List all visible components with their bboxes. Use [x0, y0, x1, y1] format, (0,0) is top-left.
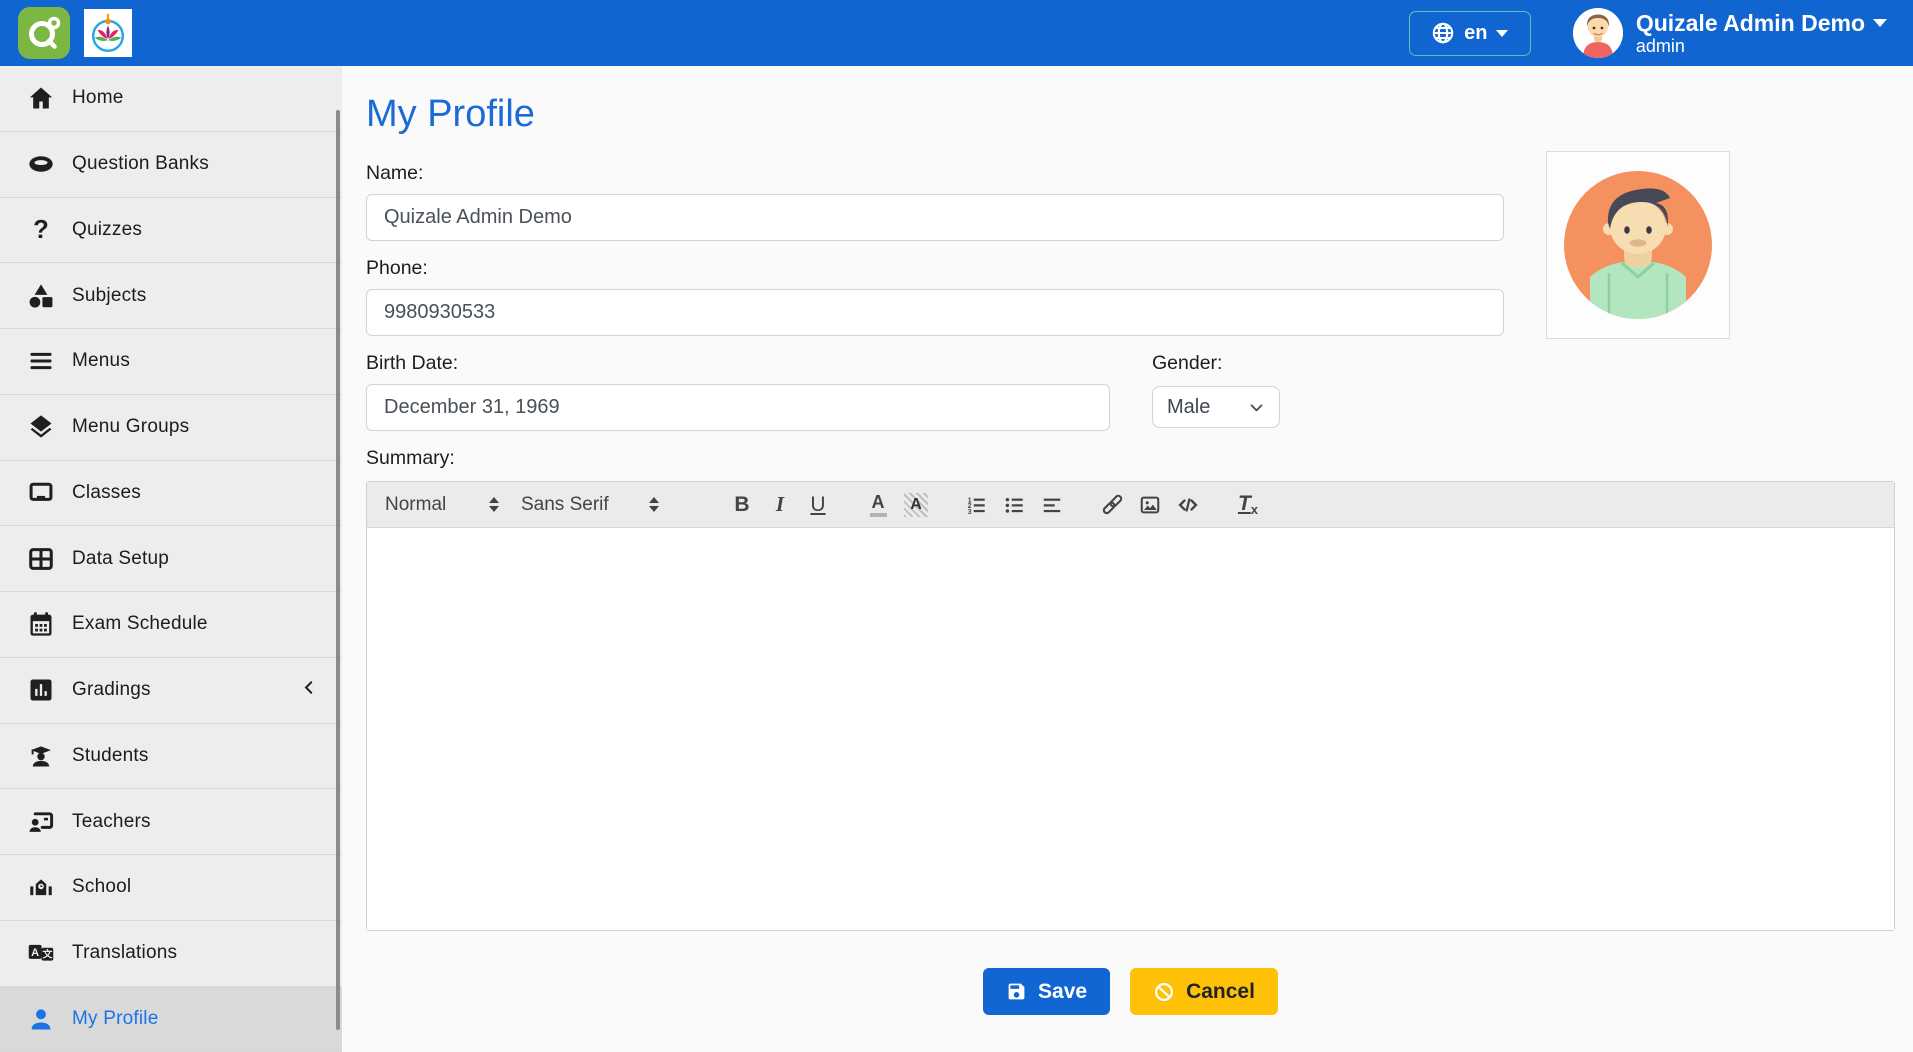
cancel-button[interactable]: Cancel [1130, 968, 1278, 1015]
school-building-icon [26, 872, 56, 902]
background-color-icon: A [904, 493, 928, 517]
ordered-list-icon: 123 [965, 494, 987, 516]
sidebar-scrollbar[interactable] [336, 110, 340, 1030]
menu-lines-icon [26, 346, 56, 376]
sidebar-item-students[interactable]: Students [0, 724, 342, 790]
sidebar-item-translations[interactable]: A文 Translations [0, 921, 342, 987]
background-color-button[interactable]: A [897, 488, 935, 522]
save-disk-icon [1006, 981, 1027, 1002]
sidebar-item-data-setup[interactable]: Data Setup [0, 526, 342, 592]
svg-text:?: ? [33, 216, 49, 244]
globe-icon [1431, 21, 1455, 45]
svg-text:3: 3 [968, 509, 972, 516]
lotus-logo[interactable] [84, 9, 132, 57]
form-actions: Save Cancel [366, 968, 1895, 1015]
text-color-button[interactable]: A [859, 488, 897, 522]
link-icon [1101, 493, 1124, 516]
text-color-icon: A [870, 493, 887, 517]
bar-chart-icon [26, 675, 56, 705]
birth-date-input[interactable] [366, 384, 1110, 431]
page-title: My Profile [366, 92, 1895, 136]
shapes-icon [26, 281, 56, 311]
clean-format-icon: Tx [1238, 492, 1258, 517]
sidebar-item-menus[interactable]: Menus [0, 329, 342, 395]
sidebar-item-classes[interactable]: Classes [0, 461, 342, 527]
bullet-list-icon [1003, 494, 1025, 516]
image-icon [1139, 494, 1161, 516]
code-block-button[interactable] [1169, 488, 1207, 522]
sidebar-item-question-banks[interactable]: Question Banks [0, 132, 342, 198]
name-input[interactable] [366, 194, 1504, 241]
main-content: My Profile Name: Phone: Birth Date: Gend… [342, 66, 1913, 1052]
ordered-list-button[interactable]: 123 [957, 488, 995, 522]
language-selector[interactable]: en [1409, 11, 1531, 56]
svg-text:文: 文 [42, 948, 52, 961]
summary-label: Summary: [366, 447, 1895, 469]
sidebar-item-exam-schedule[interactable]: Exam Schedule [0, 592, 342, 658]
editor-toolbar: Normal Sans Serif B I U A A 123 [367, 482, 1894, 528]
sidebar-item-teachers[interactable]: Teachers [0, 789, 342, 855]
sidebar-item-my-profile[interactable]: My Profile [0, 987, 342, 1052]
quizale-logo[interactable] [18, 7, 70, 59]
sidebar: Home Question Banks ? Quizzes Subjects M… [0, 66, 342, 1052]
birth-date-label: Birth Date: [366, 352, 1110, 374]
lotus-logo-glyph [86, 11, 130, 55]
sidebar-item-home[interactable]: Home [0, 66, 342, 132]
code-icon [1176, 493, 1200, 517]
chevron-left-icon [300, 679, 318, 702]
caret-down-icon [1496, 30, 1508, 37]
save-button[interactable]: Save [983, 968, 1110, 1015]
question-bank-icon [26, 149, 56, 179]
top-navbar: en Quizale Admin Demo admin [0, 0, 1913, 66]
image-button[interactable] [1131, 488, 1169, 522]
user-text: Quizale Admin Demo admin [1636, 10, 1887, 56]
laptop-icon [26, 478, 56, 508]
bold-button[interactable]: B [723, 488, 761, 522]
picker-arrows-icon [489, 497, 499, 512]
home-icon [26, 83, 56, 113]
italic-button[interactable]: I [761, 488, 799, 522]
teacher-board-icon [26, 807, 56, 837]
language-code: en [1464, 22, 1487, 45]
summary-editor-body[interactable] [367, 528, 1894, 930]
user-menu[interactable]: Quizale Admin Demo admin [1573, 8, 1887, 58]
font-picker[interactable]: Sans Serif [521, 494, 659, 516]
user-role: admin [1636, 36, 1887, 56]
align-button[interactable] [1033, 488, 1071, 522]
bullet-list-button[interactable] [995, 488, 1033, 522]
picker-arrows-icon [649, 497, 659, 512]
caret-down-icon [1873, 19, 1887, 27]
question-mark-icon: ? [26, 215, 56, 245]
layers-icon [26, 412, 56, 442]
chevron-down-icon [1248, 399, 1265, 416]
summary-editor: Normal Sans Serif B I U A A 123 [366, 481, 1895, 931]
user-name: Quizale Admin Demo [1636, 10, 1865, 36]
link-button[interactable] [1093, 488, 1131, 522]
profile-photo [1546, 151, 1730, 339]
sidebar-item-school[interactable]: School [0, 855, 342, 921]
svg-text:A: A [31, 947, 39, 959]
sidebar-item-gradings[interactable]: Gradings [0, 658, 342, 724]
sidebar-item-menu-groups[interactable]: Menu Groups [0, 395, 342, 461]
profile-avatar-illustration [1562, 169, 1714, 321]
graduate-icon [26, 741, 56, 771]
gender-label: Gender: [1152, 352, 1280, 374]
user-avatar [1573, 8, 1623, 58]
gender-value: Male [1167, 396, 1210, 419]
sidebar-item-subjects[interactable]: Subjects [0, 263, 342, 329]
underline-button[interactable]: U [799, 488, 837, 522]
phone-input[interactable] [366, 289, 1504, 336]
block-icon [1153, 981, 1175, 1003]
paragraph-format-picker[interactable]: Normal [385, 494, 499, 516]
gender-select[interactable]: Male [1152, 386, 1280, 428]
clean-format-button[interactable]: Tx [1229, 488, 1267, 522]
sidebar-item-quizzes[interactable]: ? Quizzes [0, 198, 342, 264]
person-icon [26, 1004, 56, 1034]
translate-icon: A文 [26, 938, 56, 968]
align-icon [1041, 494, 1063, 516]
table-icon [26, 544, 56, 574]
calendar-icon [26, 609, 56, 639]
quizale-logo-glyph [26, 15, 62, 51]
